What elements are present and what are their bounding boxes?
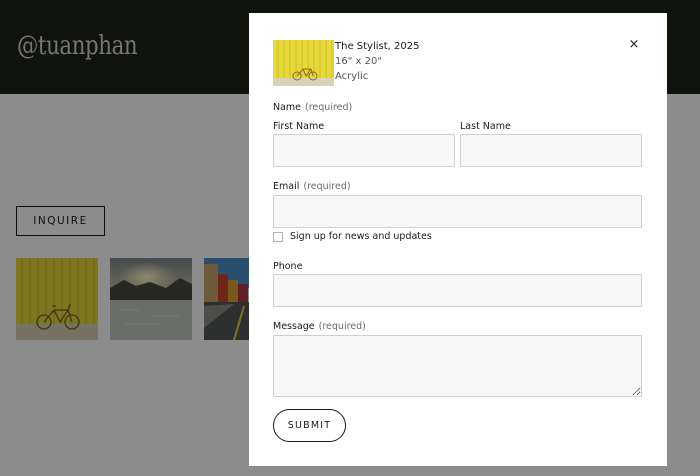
submit-button[interactable]: SUBMIT xyxy=(273,409,346,442)
newsletter-label[interactable]: Sign up for news and updates xyxy=(290,231,432,242)
email-label: Email (required) xyxy=(273,181,351,192)
message-label-text: Message xyxy=(273,321,315,332)
product-size: 16" x 20" xyxy=(335,56,382,67)
product-medium: Acrylic xyxy=(335,71,369,82)
inquiry-modal: × The Stylist, 2025 16" x 20" Acrylic Na… xyxy=(249,13,667,466)
phone-field[interactable] xyxy=(273,274,642,307)
message-field[interactable] xyxy=(273,335,642,397)
first-name-field[interactable] xyxy=(273,134,455,167)
name-required-text: (required) xyxy=(305,102,353,113)
email-required-text: (required) xyxy=(303,181,351,192)
message-required-text: (required) xyxy=(318,321,366,332)
last-name-label: Last Name xyxy=(460,121,511,132)
phone-label: Phone xyxy=(273,261,303,272)
newsletter-checkbox[interactable] xyxy=(273,232,283,242)
last-name-field[interactable] xyxy=(460,134,642,167)
email-field[interactable] xyxy=(273,195,642,228)
first-name-label: First Name xyxy=(273,121,325,132)
email-label-text: Email xyxy=(273,181,300,192)
name-label: Name (required) xyxy=(273,102,352,113)
product-image xyxy=(273,40,334,86)
name-label-text: Name xyxy=(273,102,302,113)
product-thumbnail xyxy=(273,40,334,86)
message-label: Message (required) xyxy=(273,321,366,332)
product-title: The Stylist, 2025 xyxy=(335,41,420,52)
product-info: The Stylist, 2025 16" x 20" Acrylic xyxy=(335,39,419,84)
close-icon[interactable]: × xyxy=(627,38,641,52)
